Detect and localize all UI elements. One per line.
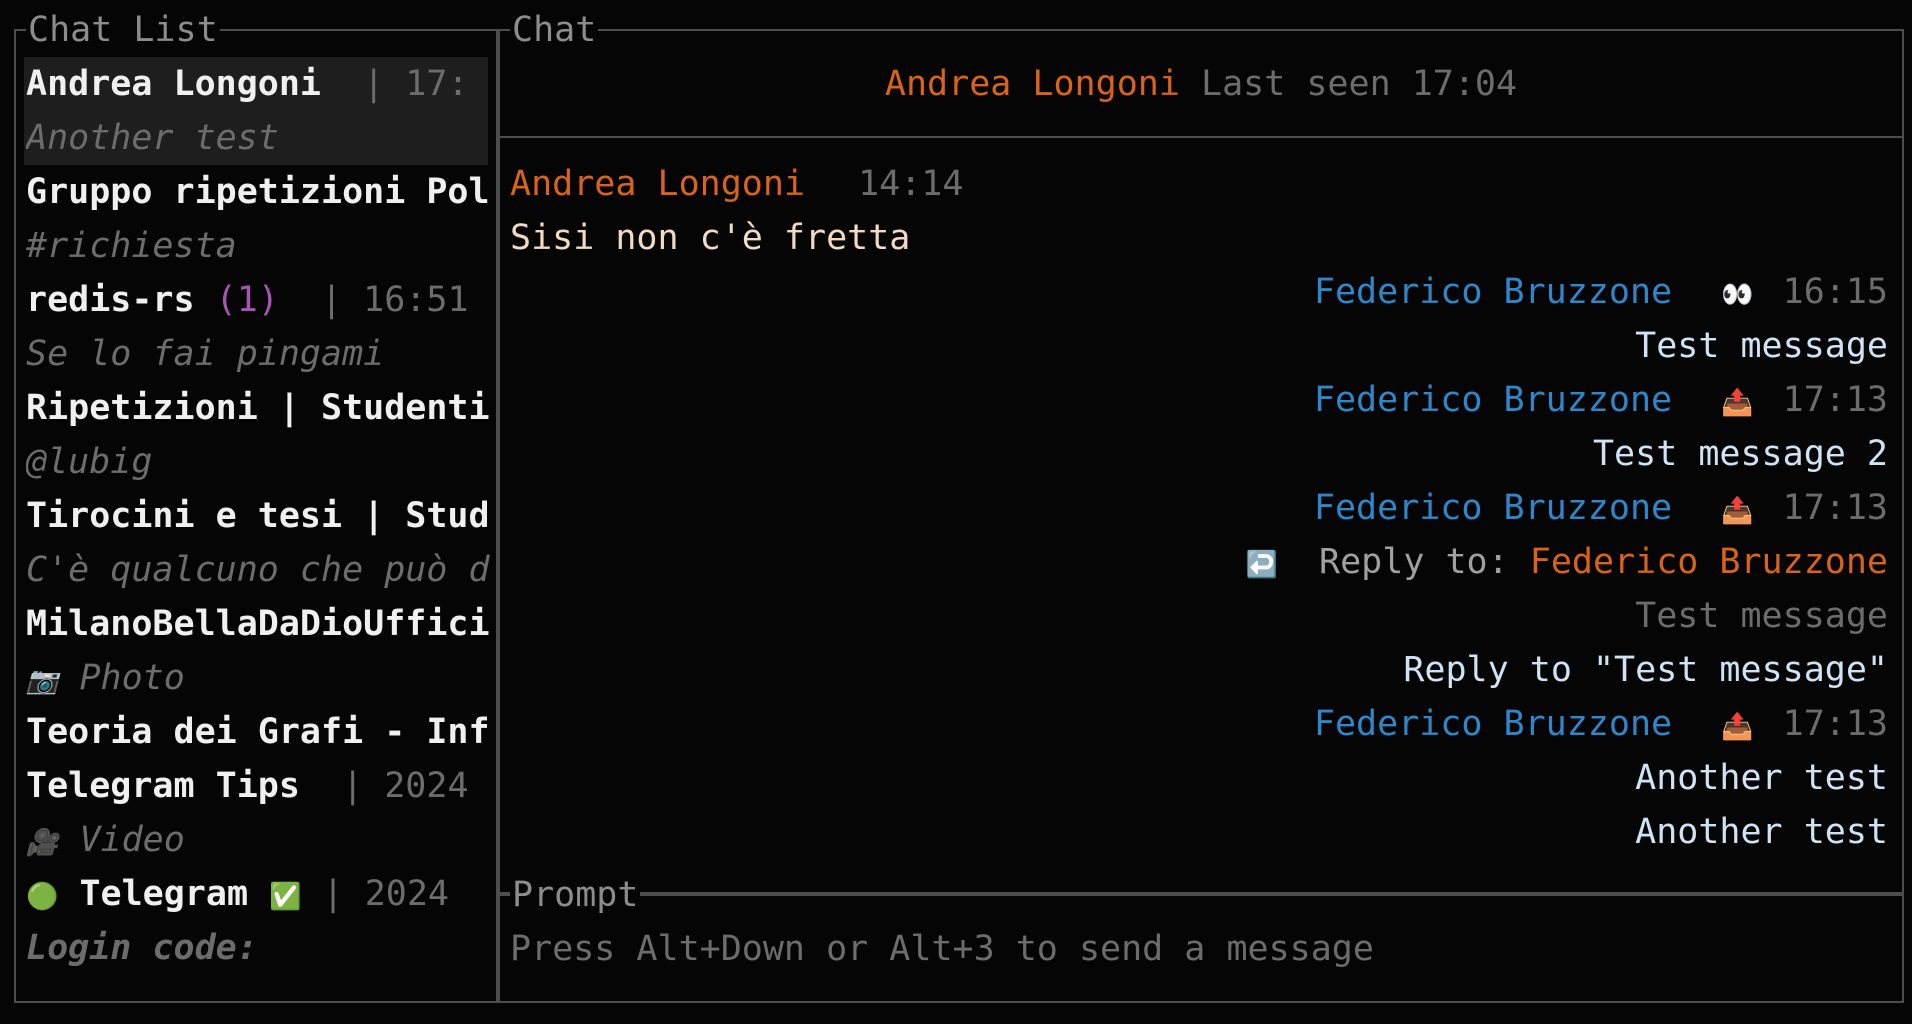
chat-list-item-gruppo-ripetizioni[interactable]: Gruppo ripetizioni Pol #richiesta [24, 165, 490, 273]
chat-item-preview: Se lo fai pingami [26, 334, 385, 374]
chat-pane-title: Chat [510, 7, 599, 53]
message-text[interactable]: Test message 2 [1593, 427, 1888, 481]
chat-item-preview: #richiesta [26, 226, 237, 266]
video-camera-icon: 🎥 [26, 828, 59, 858]
message-time: 14:14 [858, 164, 964, 204]
chat-list-item-milanobella[interactable]: MilanoBellaDaDioUffici 📷 Photo [24, 597, 490, 705]
chat-item-preview: Another test [26, 118, 279, 158]
message-header: Federico Bruzzone 📤 17:13 [1314, 481, 1888, 535]
chat-list-item-redis-rs[interactable]: redis-rs (1) | 16:51 Se lo fai pingami [24, 273, 488, 381]
eyes-icon: 👀 [1721, 280, 1754, 310]
chat-item-name: MilanoBellaDaDioUffici [26, 604, 490, 644]
chat-item-preview: Login code: [26, 928, 258, 968]
chat-item-meta: | 2024 [299, 766, 469, 806]
chat-list-item-tirocini-tesi[interactable]: Tirocini e tesi | Stud C'è qualcuno che … [24, 489, 490, 597]
chat-item-name: Telegram Tips [26, 766, 300, 806]
message-sender: Federico Bruzzone [1313, 704, 1673, 744]
outbox-icon: 📤 [1721, 712, 1754, 742]
message-sender: Federico Bruzzone [1313, 488, 1673, 528]
verified-check-icon: ✅ [269, 882, 302, 912]
reply-header[interactable]: ↩️ Reply to: Federico Bruzzone [1246, 535, 1888, 589]
message-header: Federico Bruzzone 📤 17:13 [1314, 697, 1888, 751]
chat-item-preview: Photo [79, 658, 185, 698]
chat-list-item-andrea-longoni[interactable]: Andrea Longoni | 17: Another test [24, 57, 488, 165]
chat-item-preview: Video [79, 820, 185, 860]
chat-list-item-telegram[interactable]: 🟢 Telegram ✅ | 2024 Login code: [24, 867, 488, 975]
message-text[interactable]: Another test [1635, 751, 1888, 805]
chat-item-meta: | 16:51 [278, 280, 469, 320]
message-header: Federico Bruzzone 📤 17:13 [1314, 373, 1888, 427]
chat-item-name: Teoria dei Grafi - Inf [26, 712, 490, 752]
chat-item-preview: C'è qualcuno che può d [26, 550, 490, 590]
message-time: 17:13 [1782, 704, 1888, 744]
chat-item-name: Gruppo ripetizioni Pol [26, 172, 490, 212]
message-header: Andrea Longoni 14:14 [510, 157, 963, 211]
chat-item-preview: @lubig [26, 442, 153, 482]
chat-header[interactable]: Andrea Longoni Last seen 17:04 [500, 57, 1902, 111]
message-sender: Andrea Longoni [510, 164, 806, 204]
reply-arrow-icon: ↩️ [1245, 550, 1278, 580]
message-sender: Federico Bruzzone [1313, 380, 1673, 420]
chat-list-item-ripetizioni-studenti[interactable]: Ripetizioni | Studenti @lubig [24, 381, 490, 489]
chat-item-name: Ripetizioni | Studenti [26, 388, 490, 428]
outbox-icon: 📤 [1721, 388, 1754, 418]
chat-item-name: Tirocini e tesi | Stud [26, 496, 490, 536]
message-text[interactable]: Reply to "Test message" [1403, 643, 1888, 697]
camera-icon: 📷 [26, 666, 59, 696]
message-time: 16:15 [1782, 272, 1888, 312]
chat-item-name: Telegram [79, 874, 249, 914]
reply-label: Reply to: [1319, 542, 1509, 582]
unread-count-badge: (1) [215, 280, 279, 320]
chat-list-title: Chat List [26, 7, 220, 53]
message-text[interactable]: Another test [1635, 805, 1888, 859]
chat-item-meta: | 2024 [301, 874, 449, 914]
message-time: 17:13 [1782, 488, 1888, 528]
chat-item-meta: | 17: [321, 64, 469, 104]
message-header: Federico Bruzzone 👀 16:15 [1314, 265, 1888, 319]
prompt-title: Prompt [510, 872, 641, 918]
online-dot-icon: 🟢 [26, 882, 59, 912]
message-time: 17:13 [1782, 380, 1888, 420]
chat-list-item-telegram-tips[interactable]: Telegram Tips | 2024 🎥 Video [24, 759, 488, 867]
chat-header-status: Last seen 17:04 [1201, 64, 1518, 104]
outbox-icon: 📤 [1721, 496, 1754, 526]
chat-header-name: Andrea Longoni [884, 64, 1180, 104]
message-text[interactable]: Test message [1635, 319, 1888, 373]
message-text[interactable]: Sisi non c'è fretta [510, 211, 910, 265]
reply-quote: Test message [1635, 596, 1888, 636]
prompt-placeholder: Press Alt+Down or Alt+3 to send a messag… [510, 929, 1374, 969]
message-list: Andrea Longoni 14:14 Sisi non c'è fretta… [500, 138, 1902, 868]
chat-item-name: redis-rs [26, 280, 195, 320]
message-sender: Federico Bruzzone [1313, 272, 1673, 312]
chat-list-item-teoria-grafi[interactable]: Teoria dei Grafi - Inf [24, 705, 490, 759]
prompt-input[interactable]: Press Alt+Down or Alt+3 to send a messag… [510, 922, 1890, 976]
reply-sender: Federico Bruzzone [1529, 542, 1888, 582]
chat-item-name: Andrea Longoni [26, 64, 322, 104]
